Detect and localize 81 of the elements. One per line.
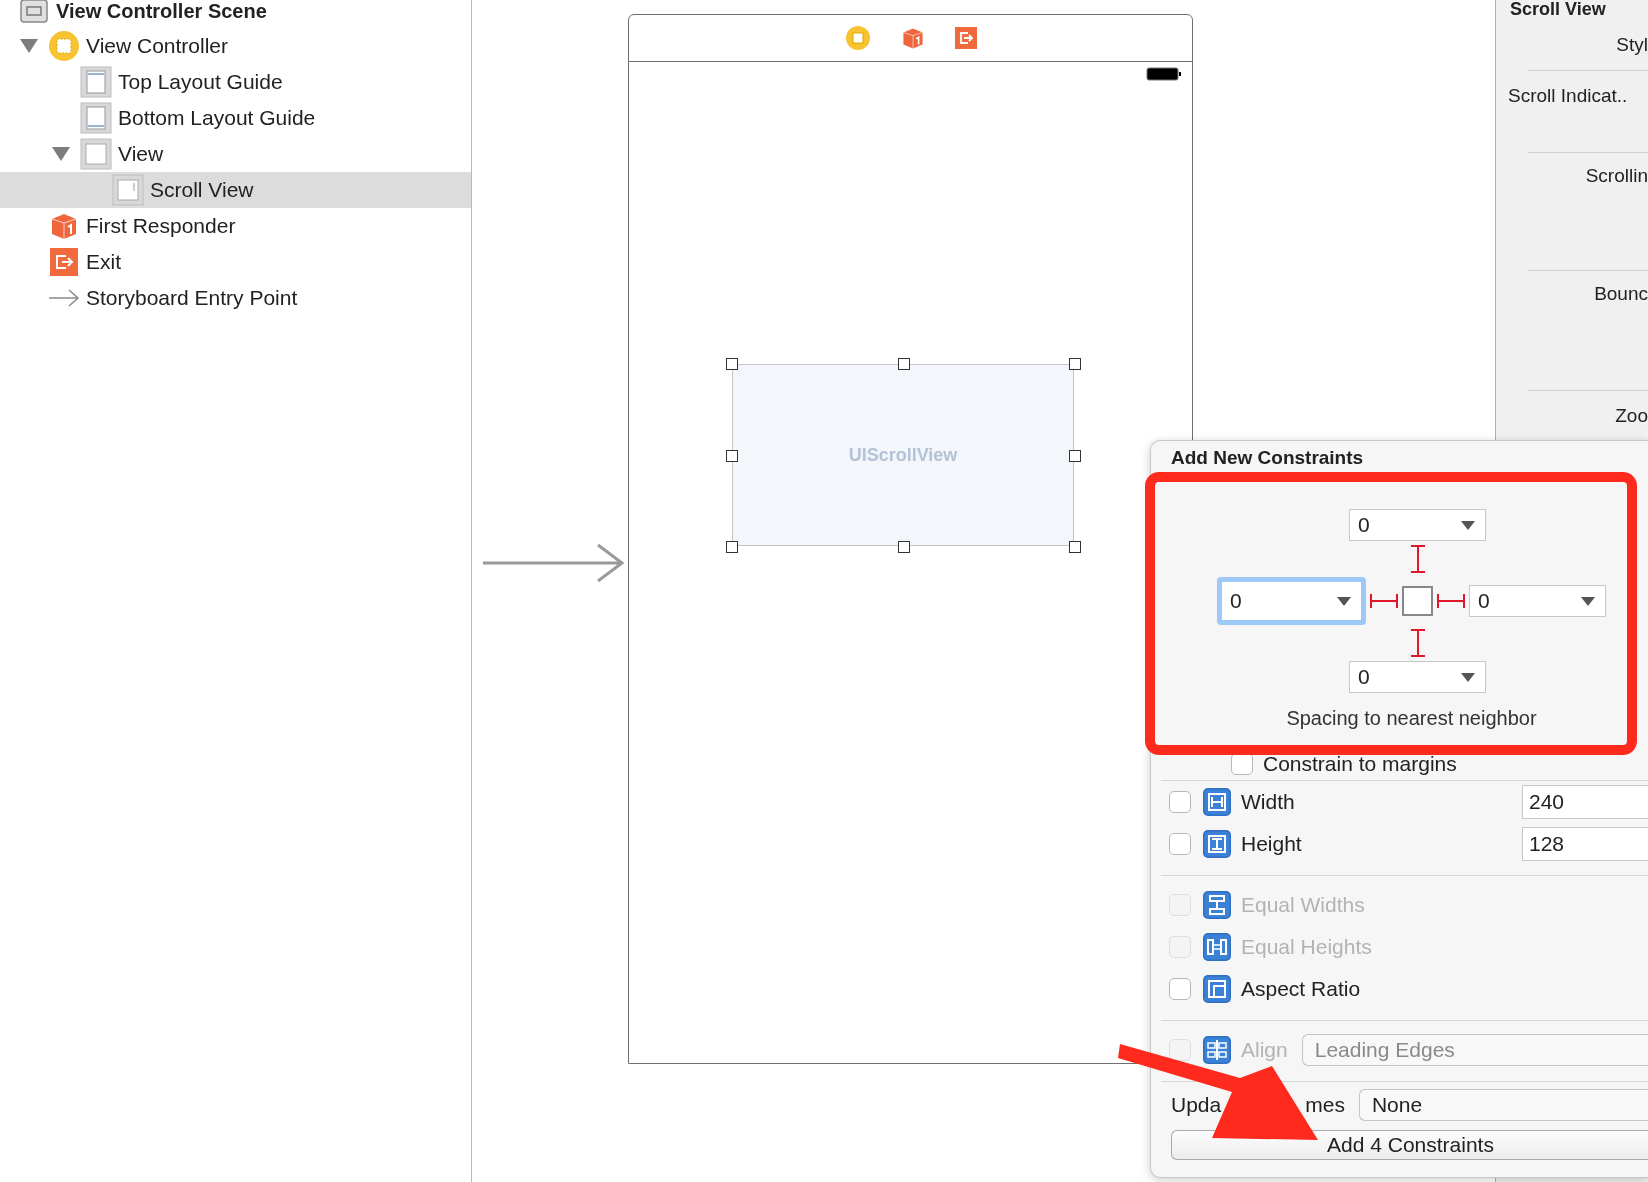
spacing-strut-icon <box>1436 592 1466 610</box>
view-square-icon <box>1402 586 1433 616</box>
resize-handle[interactable] <box>726 449 738 462</box>
equal-heights-icon <box>1203 933 1231 961</box>
dropdown-caret-icon[interactable] <box>1337 596 1351 606</box>
spacing-field[interactable]: 0 <box>1217 577 1366 625</box>
checkbox[interactable] <box>1169 978 1191 1000</box>
spacing-value: 0 <box>1358 665 1370 689</box>
constraint-label: Width <box>1241 790 1295 814</box>
cube-icon <box>49 211 79 241</box>
outline-row[interactable]: First Responder <box>0 208 471 244</box>
resize-handle[interactable] <box>897 541 910 553</box>
circle-icon <box>48 30 80 62</box>
popover-title: Add New Constraints <box>1170 446 1365 470</box>
constraint-label: Height <box>1241 832 1302 856</box>
checkbox-label: Constrain to margins <box>1263 752 1457 776</box>
resize-handle[interactable] <box>726 358 738 370</box>
resize-handle[interactable] <box>1069 449 1081 462</box>
exit-icon <box>50 248 78 276</box>
window-icon <box>20 0 48 23</box>
resize-handle[interactable] <box>1069 541 1081 553</box>
spacing-value: 0 <box>1230 589 1242 613</box>
exit-icon[interactable] <box>954 27 977 49</box>
cube-icon[interactable] <box>900 26 925 50</box>
spacing-caption: Spacing to nearest neighbor <box>1285 707 1538 730</box>
square-icon <box>112 174 144 206</box>
outline-row[interactable]: Scroll View <box>0 172 471 208</box>
value-field[interactable]: 128 <box>1522 827 1648 861</box>
width-icon <box>1203 788 1231 816</box>
battery-icon <box>1146 67 1182 81</box>
update-frames-popup[interactable]: None <box>1358 1089 1648 1121</box>
property-label: Scroll Indicat.. <box>1508 85 1628 108</box>
dropdown-caret-icon[interactable] <box>1461 672 1475 682</box>
spacing-strut-icon <box>1408 628 1427 658</box>
resize-handle[interactable] <box>897 358 910 370</box>
add-constraints-button[interactable]: Add 4 Constraints <box>1171 1130 1648 1160</box>
view-class-label: UIScrollView <box>848 444 958 466</box>
aspect-ratio-icon <box>1203 975 1231 1003</box>
checkbox[interactable] <box>1169 791 1191 813</box>
outline-row[interactable]: View <box>0 136 471 172</box>
spacing-field[interactable]: 0 <box>1349 661 1486 693</box>
property-label: Styl <box>1616 34 1648 57</box>
checkbox[interactable] <box>1169 833 1191 855</box>
constraint-label: Equal Widths <box>1241 893 1365 917</box>
dropdown-caret-icon[interactable] <box>1461 520 1475 530</box>
arrow-icon <box>48 288 80 308</box>
constraint-label: Equal Heights <box>1241 935 1372 959</box>
constraint-label: Align <box>1241 1038 1288 1062</box>
disclosure-triangle-icon[interactable] <box>52 147 70 161</box>
resize-handle[interactable] <box>1069 358 1081 370</box>
outline-row[interactable]: Bottom Layout Guide <box>0 100 471 136</box>
height-icon <box>1203 830 1231 858</box>
field-label: mes <box>1305 1093 1345 1117</box>
outline-row[interactable]: Exit <box>0 244 471 280</box>
property-label: Zoo <box>1615 405 1648 428</box>
outline-row[interactable]: View Controller <box>0 28 471 64</box>
scene-title[interactable]: View Controller Scene <box>56 0 267 23</box>
constraint-label: Aspect Ratio <box>1241 977 1361 1001</box>
resize-handle[interactable] <box>726 541 738 553</box>
square-icon <box>80 138 112 170</box>
checkbox[interactable] <box>1231 753 1253 775</box>
property-label: Scrollin <box>1585 165 1648 188</box>
spacing-strut-icon <box>1369 592 1399 610</box>
outline-row[interactable]: Storyboard Entry Point <box>0 280 471 316</box>
layout-guide-icon <box>80 66 112 98</box>
entry-arrow-icon <box>482 543 627 583</box>
property-label: Bounc <box>1594 283 1648 306</box>
spacing-field[interactable]: 0 <box>1349 509 1486 541</box>
spacing-field[interactable]: 0 <box>1469 585 1606 617</box>
field-label: Upda <box>1171 1093 1222 1117</box>
spacing-strut-icon <box>1408 544 1427 574</box>
layout-guide-icon <box>80 102 112 134</box>
spacing-value: 0 <box>1358 513 1370 537</box>
dropdown-caret-icon[interactable] <box>1581 596 1595 606</box>
spacing-value: 0 <box>1478 589 1490 613</box>
outline-row[interactable]: Top Layout Guide <box>0 64 471 100</box>
disclosure-triangle-icon[interactable] <box>20 39 38 53</box>
equal-widths-icon <box>1203 891 1231 919</box>
inspector-title: Scroll View <box>1509 0 1607 21</box>
align-icon <box>1203 1036 1231 1064</box>
value-field[interactable]: 240 <box>1522 785 1648 819</box>
